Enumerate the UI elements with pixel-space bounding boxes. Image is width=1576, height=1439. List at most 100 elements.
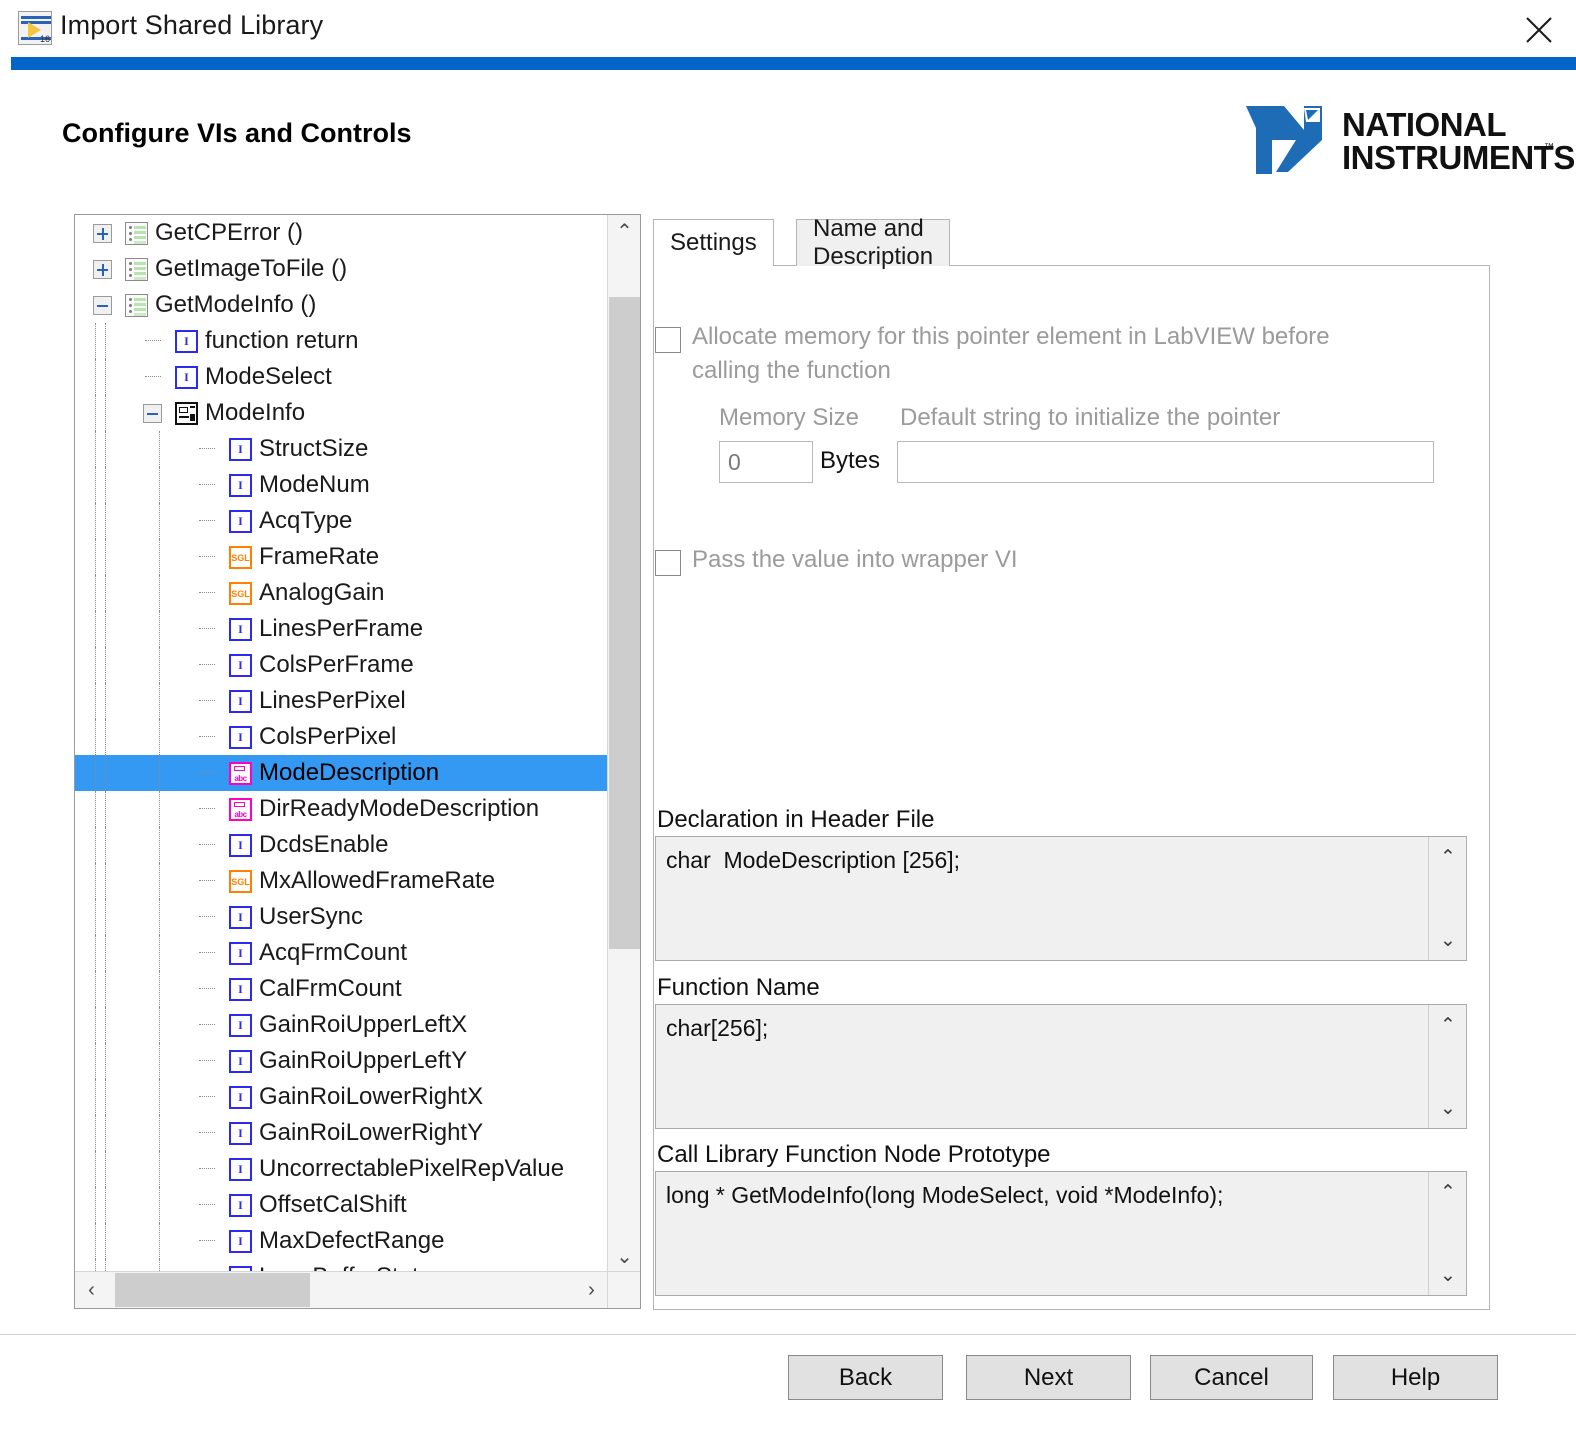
close-icon[interactable] [1508,0,1568,54]
tree-hook-line [199,664,215,665]
tree-guide-line [159,719,160,755]
function-name-textbox[interactable]: char[256]; ⌃ ⌄ [655,1004,1467,1129]
tree-item[interactable]: I StructSize [75,431,608,467]
tree-item[interactable]: I GainRoiUpperLeftX [75,1007,608,1043]
tree-item[interactable]: GetCPError () [75,215,608,251]
declaration-scrollbar[interactable]: ⌃ ⌄ [1428,837,1466,960]
tree-guide-line [95,1115,96,1151]
tree-guide-line [95,899,96,935]
tree-vertical-scrollbar[interactable]: ⌃ ⌄ [607,215,640,1273]
tree-item-label: ModeDescription [259,759,440,786]
single-icon: SGL [229,546,252,569]
tree-guide-line [105,1007,106,1043]
tree-vertical-scroll-thumb[interactable] [609,297,640,949]
tree-guide-line [105,323,106,359]
tree-item[interactable]: I UncorrectablePixelRepValue [75,1151,608,1187]
declaration-textbox[interactable]: char ModeDescription [256]; ⌃ ⌄ [655,836,1467,961]
chevron-down-icon[interactable]: ⌄ [1429,924,1467,956]
tree-guide-line [105,647,106,683]
next-button[interactable]: Next [966,1355,1131,1400]
chevron-down-icon[interactable]: ⌄ [1429,1092,1467,1124]
window-title-bar: 16 Import Shared Library [0,0,1576,56]
tree-item[interactable]: SGL FrameRate [75,539,608,575]
tree-item[interactable]: I AcqType [75,503,608,539]
tree-horizontal-scrollbar[interactable]: ‹ › [75,1271,608,1308]
tree-item[interactable]: I CalFrmCount [75,971,608,1007]
tree-item[interactable]: I MaxDefectRange [75,1223,608,1259]
tree-item[interactable]: I GainRoiLowerRightY [75,1115,608,1151]
chevron-up-icon[interactable]: ⌃ [1429,841,1467,873]
expand-icon[interactable] [93,260,112,279]
memory-size-input[interactable] [719,441,813,483]
declaration-value: char ModeDescription [256]; [666,847,961,873]
scroll-up-button[interactable]: ⌃ [608,215,640,248]
collapse-icon[interactable] [143,404,162,423]
prototype-scrollbar[interactable]: ⌃ ⌄ [1428,1172,1466,1295]
tree-guide-line [159,1079,160,1115]
pass-value-checkbox[interactable] [655,550,681,576]
tree-item[interactable]: I ColsPerFrame [75,647,608,683]
tree-item[interactable]: I ModeSelect [75,359,608,395]
tree-item[interactable]: abc DirReadyModeDescription [75,791,608,827]
tree-item[interactable]: ModeInfo [75,395,608,431]
collapse-icon[interactable] [93,296,112,315]
tree-item[interactable]: I UserSync [75,899,608,935]
chevron-down-icon[interactable]: ⌄ [1429,1259,1467,1291]
tree-item[interactable]: abc ModeDescription [75,755,608,791]
prototype-textbox[interactable]: long * GetModeInfo(long ModeSelect, void… [655,1171,1467,1296]
tree-guide-line [105,1043,106,1079]
tree-guide-line [159,683,160,719]
tree-guide-line [105,899,106,935]
integer-icon: I [229,1086,252,1109]
expand-icon[interactable] [93,224,112,243]
allocate-memory-checkbox[interactable] [655,327,681,353]
tree-item[interactable]: GetImageToFile () [75,251,608,287]
tree-horizontal-scroll-thumb[interactable] [115,1273,310,1307]
integer-icon: I [229,654,252,677]
tree-item[interactable]: Ifunction return [75,323,608,359]
tree-item-label: ColsPerFrame [259,651,414,678]
help-button[interactable]: Help [1333,1355,1498,1400]
tree-hook-line [199,988,215,989]
chevron-up-icon[interactable]: ⌃ [1429,1176,1467,1208]
back-button[interactable]: Back [788,1355,943,1400]
scroll-right-button[interactable]: › [575,1272,608,1308]
chevron-up-icon[interactable]: ⌃ [1429,1009,1467,1041]
vi-tree-list[interactable]: GetCPError () GetImageToFile () GetModeInf… [75,215,608,1273]
tree-item-label: GetModeInfo () [155,291,317,318]
integer-icon: I [229,1122,252,1145]
tree-guide-line [105,395,106,431]
default-string-input[interactable] [897,441,1434,483]
tree-item[interactable]: I GainRoiLowerRightX [75,1079,608,1115]
tree-guide-line [159,503,160,539]
tree-item-label: MaxDefectRange [259,1227,445,1254]
tree-item[interactable]: I AcqFrmCount [75,935,608,971]
tree-item[interactable]: I LinesPerPixel [75,683,608,719]
tree-item[interactable]: I ModeNum [75,467,608,503]
tree-hook-line [199,1132,215,1133]
function-name-scrollbar[interactable]: ⌃ ⌄ [1428,1005,1466,1128]
chevron-right-icon: › [588,1279,595,1301]
tree-hook-line [199,1168,215,1169]
tree-item[interactable]: I ColsPerPixel [75,719,608,755]
tab-settings[interactable]: Settings [653,219,774,266]
default-string-label: Default string to initialize the pointer [900,404,1281,431]
tree-item-label: ModeSelect [205,363,332,390]
tree-item[interactable]: GetModeInfo () [75,287,608,323]
tab-name-and-description[interactable]: Name and Description [796,215,951,270]
tree-item-label: GainRoiLowerRightY [259,1119,484,1146]
vi-tree-panel[interactable]: GetCPError () GetImageToFile () GetModeInf… [74,214,641,1309]
tree-item[interactable]: SGL AnalogGain [75,575,608,611]
tree-item[interactable]: I OffsetCalShift [75,1187,608,1223]
tree-item[interactable]: I DcdsEnable [75,827,608,863]
scroll-left-button[interactable]: ‹ [75,1272,108,1308]
tree-item[interactable]: SGL MxAllowedFrameRate [75,863,608,899]
cancel-button[interactable]: Cancel [1150,1355,1313,1400]
integer-icon: I [229,726,252,749]
tree-guide-line [105,719,106,755]
tree-guide-line [95,863,96,899]
tree-item-label: UncorrectablePixelRepValue [259,1155,565,1182]
scroll-down-button[interactable]: ⌄ [608,1240,640,1273]
tree-item[interactable]: I LinesPerFrame [75,611,608,647]
tree-item[interactable]: I GainRoiUpperLeftY [75,1043,608,1079]
